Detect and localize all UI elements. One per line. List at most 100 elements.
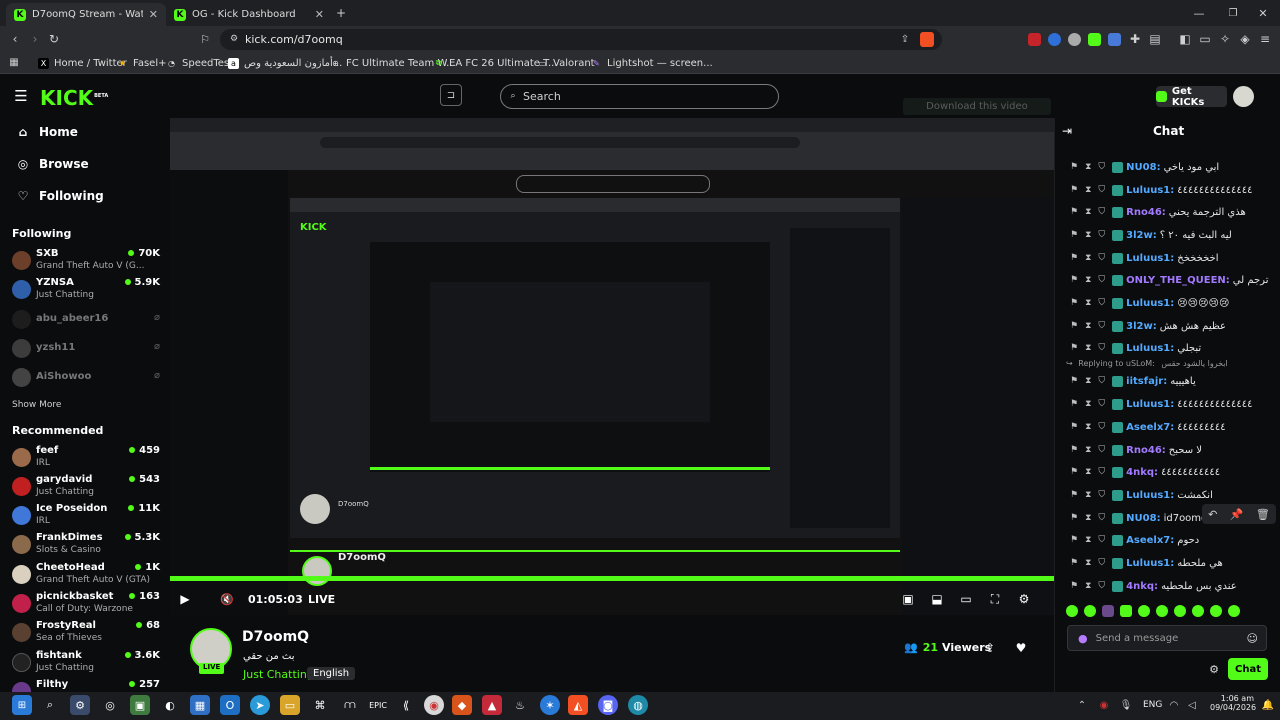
- category-link[interactable]: Just Chatting: [243, 668, 314, 681]
- chrome-icon[interactable]: ◉: [424, 695, 444, 715]
- wifi-icon[interactable]: ◠: [1168, 699, 1180, 711]
- show-more-link[interactable]: Show More: [12, 400, 61, 410]
- language-indicator[interactable]: ENG: [1143, 700, 1162, 710]
- steam-icon[interactable]: ♨: [510, 695, 530, 715]
- emote-icon[interactable]: [1192, 605, 1204, 617]
- nvidia-icon[interactable]: ▣: [130, 695, 150, 715]
- apps-icon[interactable]: ▦: [8, 56, 20, 68]
- user-avatar[interactable]: [1233, 86, 1254, 107]
- search-input[interactable]: ⌕ Search: [500, 84, 779, 109]
- app-icon[interactable]: ⌘: [310, 695, 330, 715]
- url-field[interactable]: ⚙ kick.com/d7oomq: [220, 29, 942, 50]
- bookmark-item[interactable]: ✎ Lightshot — screen...: [591, 55, 713, 71]
- timeout-icon[interactable]: ⧗: [1085, 513, 1091, 523]
- epic-games-icon[interactable]: EPIC: [368, 695, 388, 715]
- timeout-icon[interactable]: ⧗: [1085, 422, 1091, 432]
- send-chat-button[interactable]: Chat: [1228, 658, 1268, 680]
- chat-message[interactable]: ⚑ ⧗ ⛉ ONLY_THE_QUEEN: ترجم لي: [1070, 270, 1275, 290]
- timeout-icon[interactable]: ⧗: [1085, 343, 1091, 353]
- split-view-icon[interactable]: ◧: [1178, 32, 1192, 46]
- emote-icon[interactable]: [1138, 605, 1150, 617]
- windows-start-icon[interactable]: ⊞: [12, 695, 32, 715]
- extension-icon[interactable]: [1108, 33, 1121, 46]
- chat-message[interactable]: ⚑ ⧗ ⛉ NU08: ابي مود ياخي: [1070, 157, 1275, 177]
- streamer-name[interactable]: D7oomQ: [242, 629, 309, 645]
- timeout-icon[interactable]: ⧗: [1085, 321, 1091, 331]
- game-app-icon[interactable]: ◎: [100, 695, 120, 715]
- recommended-channel[interactable]: feef IRL 459: [12, 445, 160, 471]
- timeout-icon[interactable]: ⧗: [1085, 399, 1091, 409]
- extension-icon[interactable]: [1028, 33, 1041, 46]
- recommended-channel[interactable]: FrostyReal Sea of Thieves 68: [12, 620, 160, 646]
- bookmark-item[interactable]: ◔ SpeedTest: [166, 55, 233, 71]
- following-channel[interactable]: YZNSA Just Chatting 5.9K: [12, 277, 160, 303]
- recommended-channel[interactable]: CheetoHead Grand Theft Auto V (GTA) 1K: [12, 562, 160, 588]
- timeout-icon[interactable]: ⧗: [1085, 535, 1091, 545]
- timeout-icon[interactable]: ⧗: [1085, 467, 1091, 477]
- theater-mode-icon[interactable]: ▣: [901, 592, 915, 606]
- fullscreen-icon[interactable]: ⛶: [988, 592, 1002, 606]
- chat-username[interactable]: 4nkq:: [1126, 467, 1158, 478]
- chat-message[interactable]: ⚑ ⧗ ⛉ 4nkq: ٤٤٤٤٤٤٤٤٤٤٤: [1070, 462, 1275, 482]
- edge-icon[interactable]: ◐: [160, 695, 180, 715]
- chat-settings-icon[interactable]: ⚙: [1208, 663, 1220, 676]
- clip-icon[interactable]: ⬓: [930, 592, 944, 606]
- chat-username[interactable]: 4nkq:: [1126, 581, 1158, 592]
- pip-icon[interactable]: ▭: [959, 592, 973, 606]
- volume-icon[interactable]: ◁: [1186, 699, 1198, 711]
- browser-tab-active[interactable]: K D7oomQ Stream - Watch Live o ✕: [6, 3, 166, 26]
- recommended-channel[interactable]: FrankDimes Slots & Casino 5.3K: [12, 532, 160, 558]
- close-tab-icon[interactable]: ✕: [315, 8, 324, 21]
- emote-icon[interactable]: [1102, 605, 1114, 617]
- store-icon[interactable]: ▦: [190, 695, 210, 715]
- battlenet-icon[interactable]: ✶: [540, 695, 560, 715]
- sidebar-item-following[interactable]: ♡ Following: [16, 189, 104, 203]
- close-tab-icon[interactable]: ✕: [149, 8, 158, 21]
- close-window-icon[interactable]: ✕: [1256, 6, 1270, 20]
- timeout-icon[interactable]: ⧗: [1085, 445, 1091, 455]
- sidebar-toggle-icon[interactable]: ▤: [1148, 32, 1162, 46]
- following-channel-offline[interactable]: yzsh11 ⌀: [12, 336, 160, 362]
- brave-icon[interactable]: ◭: [568, 695, 588, 715]
- new-tab-button[interactable]: +: [334, 6, 348, 20]
- extension-icon[interactable]: [1068, 33, 1081, 46]
- puzzle-icon[interactable]: ✚: [1128, 32, 1142, 46]
- search-icon[interactable]: ⌕: [40, 695, 60, 715]
- chat-username[interactable]: Aseelx7:: [1126, 535, 1174, 546]
- leo-ai-icon[interactable]: ✧: [1218, 32, 1232, 46]
- stream-mode-icon[interactable]: ⊐: [440, 84, 462, 106]
- chat-username[interactable]: Luluus1:: [1126, 490, 1174, 501]
- chat-username[interactable]: Rno46:: [1126, 207, 1166, 218]
- extension-icon[interactable]: [1088, 33, 1101, 46]
- back-icon[interactable]: ‹: [8, 32, 22, 46]
- app-icon[interactable]: ⩋: [340, 695, 360, 715]
- clock[interactable]: 1:06 am 09/04/2026: [1210, 694, 1256, 712]
- hamburger-menu-icon[interactable]: ☰: [13, 87, 29, 105]
- forward-icon[interactable]: ›: [28, 32, 42, 46]
- follow-icon[interactable]: ♥: [1014, 641, 1028, 655]
- mute-icon[interactable]: 🔇: [220, 592, 234, 606]
- chat-message[interactable]: ⚑ ⧗ ⛉ Luluus1: هي ملحطه: [1070, 553, 1275, 573]
- bookmark-item[interactable]: ▭ Valorant: [537, 55, 595, 71]
- timeout-icon[interactable]: ⧗: [1085, 207, 1091, 217]
- emote-icon[interactable]: [1066, 605, 1078, 617]
- play-icon[interactable]: ▶: [178, 592, 192, 606]
- settings-app-icon[interactable]: ⚙: [70, 695, 90, 715]
- pin-icon[interactable]: 📌: [1230, 508, 1244, 521]
- chat-username[interactable]: Rno46:: [1126, 445, 1166, 456]
- chat-username[interactable]: NU08:: [1126, 513, 1160, 524]
- brave-shield-icon[interactable]: [920, 32, 934, 47]
- vpn-icon[interactable]: ◈: [1238, 32, 1252, 46]
- emoji-icon[interactable]: ☺: [1247, 632, 1258, 645]
- app-icon[interactable]: ▲: [482, 695, 502, 715]
- timeout-icon[interactable]: ⧗: [1085, 253, 1091, 263]
- chat-message[interactable]: ⚑ ⧗ ⛉ 3l2w: ليه البث فيه ٢٠ ؟: [1070, 225, 1275, 245]
- recommended-channel[interactable]: Filthy 257: [12, 679, 160, 692]
- reply-icon[interactable]: ↶: [1208, 508, 1217, 521]
- chat-username[interactable]: NU08:: [1126, 162, 1160, 173]
- chat-message[interactable]: ⚑ ⧗ ⛉ 3l2w: عظيم هش هش: [1070, 316, 1275, 336]
- minimize-icon[interactable]: —: [1192, 6, 1206, 20]
- chat-username[interactable]: Luluus1:: [1126, 185, 1174, 196]
- timeout-icon[interactable]: ⧗: [1085, 275, 1091, 285]
- emote-icon[interactable]: [1084, 605, 1096, 617]
